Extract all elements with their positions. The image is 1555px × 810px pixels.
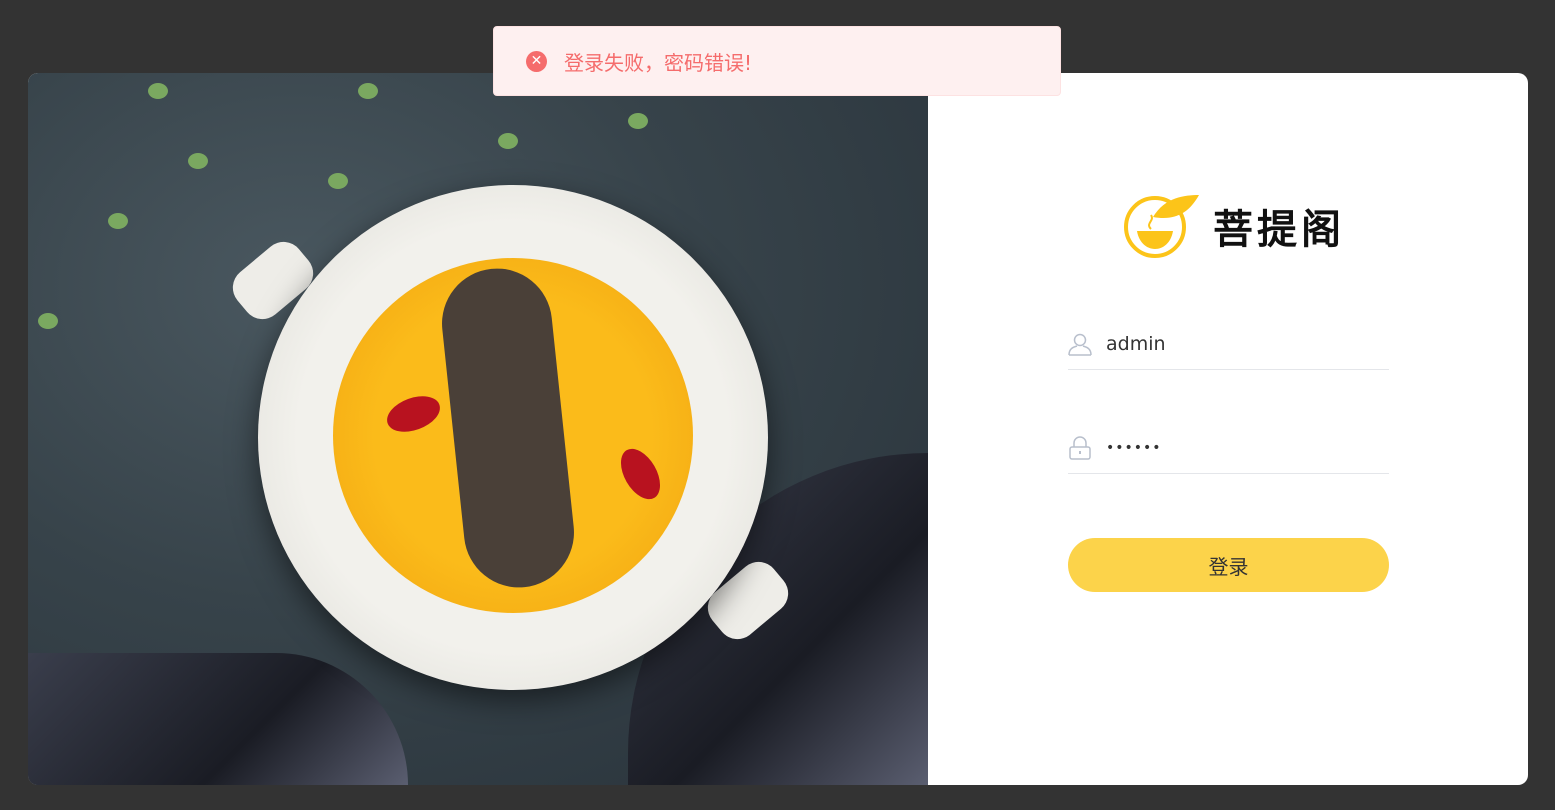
login-card: 菩提阁 admin •••••• 登录 [28,73,1528,785]
username-field[interactable]: admin [1068,319,1389,370]
user-icon [1068,333,1092,356]
username-input[interactable]: admin [1106,333,1166,355]
error-circle-icon: ✕ [526,50,547,72]
lock-icon [1069,436,1091,460]
toast-message: 登录失败，密码错误! [564,50,753,75]
brand-name: 菩提阁 [1213,207,1345,253]
tea-leaf-logo-icon [1124,195,1199,258]
brand-logo: 菩提阁 [1123,193,1345,259]
food-photo [28,73,928,785]
error-toast: ✕ 登录失败，密码错误! [493,26,1061,96]
login-button[interactable]: 登录 [1068,538,1389,592]
password-field[interactable]: •••••• [1068,423,1389,474]
login-panel: 菩提阁 admin •••••• 登录 [928,73,1528,785]
password-input[interactable]: •••••• [1106,440,1162,456]
